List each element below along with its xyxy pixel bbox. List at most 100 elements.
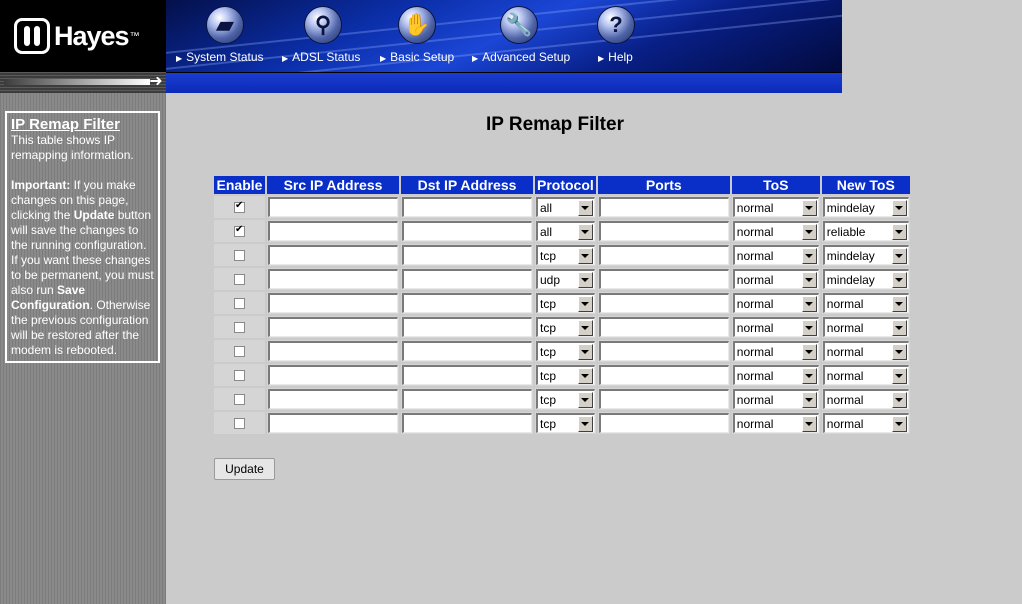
dst-ip-input[interactable] [402, 341, 532, 361]
chevron-down-icon[interactable] [801, 319, 817, 336]
protocol-select[interactable]: tcp [536, 341, 595, 361]
protocol-select[interactable]: tcp [536, 317, 595, 337]
dst-ip-input[interactable] [402, 197, 532, 217]
chevron-down-icon[interactable] [577, 199, 593, 216]
ports-input[interactable] [598, 197, 729, 217]
chevron-down-icon[interactable] [801, 415, 817, 432]
new-tos-select[interactable]: normal [822, 293, 909, 313]
chevron-down-icon[interactable] [577, 415, 593, 432]
protocol-select[interactable]: tcp [536, 245, 595, 265]
chevron-down-icon[interactable] [801, 367, 817, 384]
ports-input[interactable] [598, 389, 729, 409]
chevron-down-icon[interactable] [577, 367, 593, 384]
chevron-down-icon[interactable] [801, 223, 817, 240]
chevron-down-icon[interactable] [577, 319, 593, 336]
chevron-down-icon[interactable] [577, 295, 593, 312]
enable-checkbox[interactable] [234, 298, 245, 310]
ports-input[interactable] [598, 245, 729, 265]
chevron-down-icon[interactable] [891, 415, 907, 432]
tos-select[interactable]: normal [732, 389, 819, 409]
chevron-down-icon[interactable] [577, 391, 593, 408]
new-tos-select[interactable]: mindelay [822, 245, 909, 265]
protocol-select[interactable]: tcp [536, 293, 595, 313]
dst-ip-input[interactable] [402, 245, 532, 265]
src-ip-input[interactable] [268, 221, 398, 241]
enable-checkbox[interactable] [234, 274, 245, 286]
dst-ip-input[interactable] [402, 389, 532, 409]
chevron-down-icon[interactable] [577, 223, 593, 240]
new-tos-select[interactable]: normal [822, 365, 909, 385]
tos-select[interactable]: normal [732, 341, 819, 361]
enable-checkbox[interactable] [234, 346, 245, 358]
dst-ip-input[interactable] [402, 293, 532, 313]
chevron-down-icon[interactable] [577, 271, 593, 288]
enable-checkbox[interactable] [234, 224, 245, 238]
protocol-select[interactable]: all [536, 197, 595, 217]
src-ip-input[interactable] [268, 269, 398, 289]
protocol-select[interactable]: udp [536, 269, 595, 289]
dst-ip-input[interactable] [402, 269, 532, 289]
src-ip-input[interactable] [268, 389, 398, 409]
update-button[interactable]: Update [214, 458, 275, 480]
tos-select[interactable]: normal [732, 413, 819, 433]
chevron-down-icon[interactable] [891, 247, 907, 264]
dst-ip-input[interactable] [402, 221, 532, 241]
chevron-down-icon[interactable] [891, 391, 907, 408]
dst-ip-input[interactable] [402, 317, 532, 337]
chevron-down-icon[interactable] [891, 343, 907, 360]
chevron-down-icon[interactable] [801, 271, 817, 288]
ports-input[interactable] [598, 317, 729, 337]
enable-checkbox[interactable] [234, 418, 245, 430]
ports-input[interactable] [598, 293, 729, 313]
dst-ip-input[interactable] [402, 413, 532, 433]
enable-checkbox[interactable] [234, 322, 245, 334]
tos-select[interactable]: normal [732, 365, 819, 385]
ports-input[interactable] [598, 365, 729, 385]
chevron-down-icon[interactable] [891, 295, 907, 312]
tos-select[interactable]: normal [732, 221, 819, 241]
tos-select[interactable]: normal [732, 317, 819, 337]
new-tos-select[interactable]: reliable [822, 221, 909, 241]
new-tos-select[interactable]: mindelay [822, 269, 909, 289]
new-tos-select[interactable]: normal [822, 317, 909, 337]
protocol-select[interactable]: tcp [536, 389, 595, 409]
src-ip-input[interactable] [268, 293, 398, 313]
enable-checkbox[interactable] [234, 250, 245, 262]
src-ip-input[interactable] [268, 197, 398, 217]
dst-ip-input[interactable] [402, 365, 532, 385]
new-tos-select[interactable]: normal [822, 413, 909, 433]
nav-system-status[interactable]: ▰ ▶ System Status [176, 0, 276, 72]
new-tos-select[interactable]: normal [822, 389, 909, 409]
chevron-down-icon[interactable] [891, 367, 907, 384]
chevron-down-icon[interactable] [891, 319, 907, 336]
ports-input[interactable] [598, 221, 729, 241]
src-ip-input[interactable] [268, 317, 398, 337]
nav-adsl-status[interactable]: ⚲ ▶ ADSL Status [282, 0, 372, 72]
new-tos-select[interactable]: normal [822, 341, 909, 361]
chevron-down-icon[interactable] [577, 343, 593, 360]
nav-basic-setup[interactable]: ✋ ▶ Basic Setup [380, 0, 470, 72]
tos-select[interactable]: normal [732, 269, 819, 289]
chevron-down-icon[interactable] [801, 391, 817, 408]
tos-select[interactable]: normal [732, 293, 819, 313]
nav-help[interactable]: ? ▶ Help [594, 0, 654, 72]
chevron-down-icon[interactable] [801, 199, 817, 216]
chevron-down-icon[interactable] [891, 223, 907, 240]
src-ip-input[interactable] [268, 341, 398, 361]
chevron-down-icon[interactable] [577, 247, 593, 264]
chevron-down-icon[interactable] [801, 295, 817, 312]
enable-checkbox[interactable] [234, 200, 245, 214]
enable-checkbox[interactable] [234, 394, 245, 406]
ports-input[interactable] [598, 413, 729, 433]
enable-checkbox[interactable] [234, 370, 245, 382]
chevron-down-icon[interactable] [801, 343, 817, 360]
chevron-down-icon[interactable] [891, 199, 907, 216]
src-ip-input[interactable] [268, 413, 398, 433]
ports-input[interactable] [598, 341, 729, 361]
info-title[interactable]: IP Remap Filter [11, 116, 154, 133]
protocol-select[interactable]: tcp [536, 413, 595, 433]
protocol-select[interactable]: tcp [536, 365, 595, 385]
chevron-down-icon[interactable] [891, 271, 907, 288]
tos-select[interactable]: normal [732, 197, 819, 217]
src-ip-input[interactable] [268, 245, 398, 265]
